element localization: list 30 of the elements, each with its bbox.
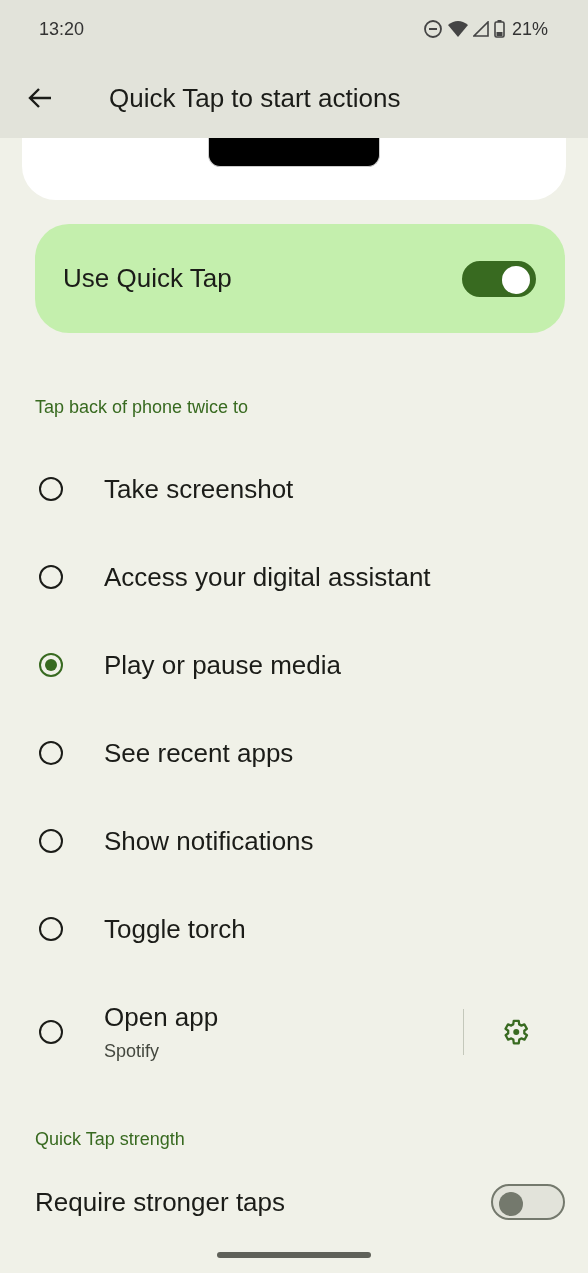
option-label: Take screenshot [104,473,295,505]
option-label: See recent apps [104,737,295,769]
toggle-switch[interactable] [491,1184,565,1220]
option-label: Require stronger taps [35,1186,286,1218]
option-label: Play or pause media [104,649,343,681]
option-label: Show notifications [104,825,315,857]
switch-label: Use Quick Tap [63,263,232,294]
option-summary: Spotify [104,1041,161,1062]
do-not-disturb-icon [422,19,443,39]
gesture-handle[interactable] [217,1252,371,1258]
radio-button[interactable] [39,653,63,677]
radio-button[interactable] [39,829,63,853]
option-label: Toggle torch [104,913,247,945]
main-switch-bar[interactable]: Use Quick Tap [35,224,565,333]
section-header: Quick Tap strength [35,1129,186,1151]
radio-button[interactable] [39,741,63,765]
clock-time: 13:20 [39,18,85,40]
page-title: Quick Tap to start actions [109,82,401,114]
battery-icon [493,20,505,38]
radio-button[interactable] [39,917,63,941]
radio-button[interactable] [39,477,63,501]
option-label: Open app [104,1002,220,1033]
wifi-icon [447,20,468,38]
radio-button[interactable] [39,565,63,589]
signal-icon [472,21,489,37]
option-label: Access your digital assistant [104,561,432,593]
toggle-switch[interactable] [462,260,536,297]
battery-percent: 21% [511,18,548,40]
radio-button[interactable] [39,1020,63,1044]
section-header: Tap back of phone twice to [35,397,250,419]
